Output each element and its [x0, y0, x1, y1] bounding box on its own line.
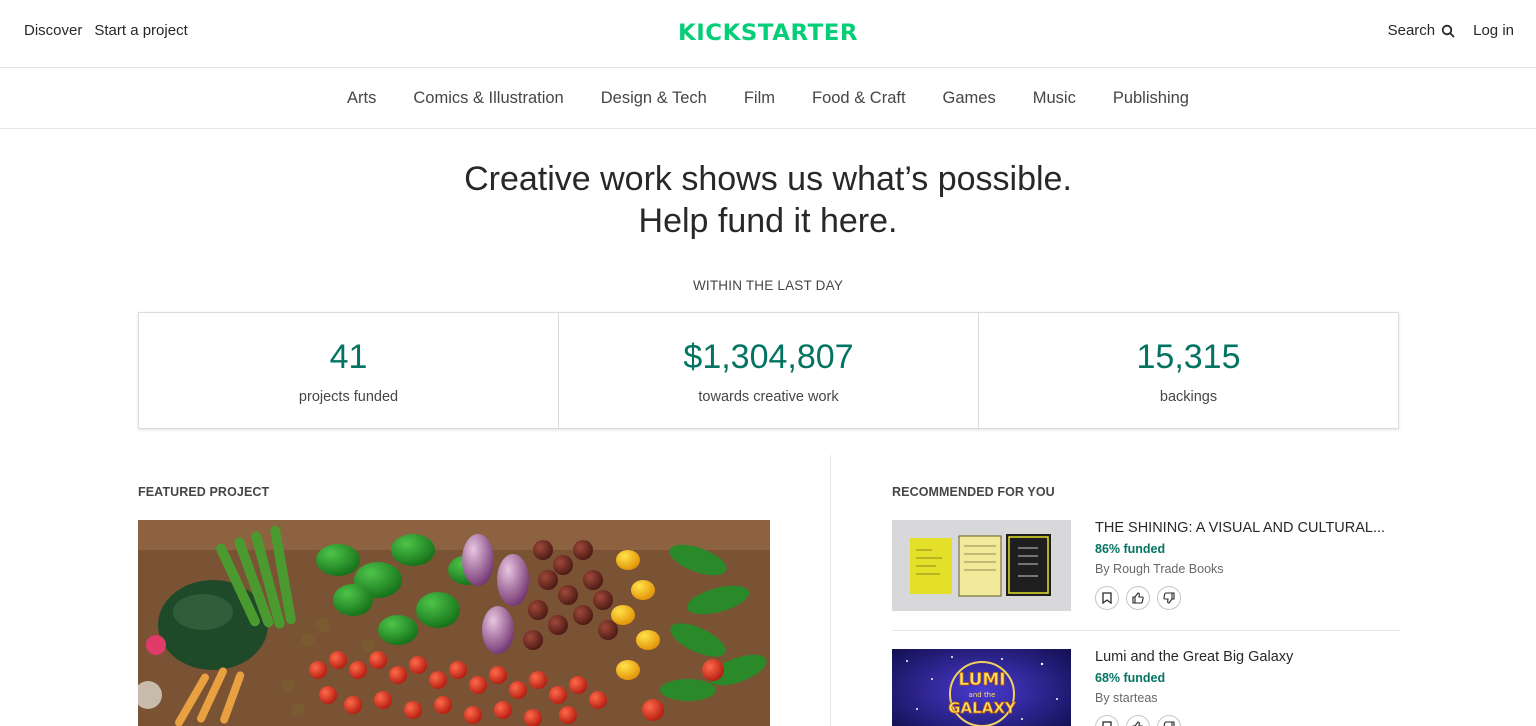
- stat-label: projects funded: [298, 389, 399, 405]
- svg-text:KICKSTARTER: KICKSTARTER: [678, 21, 858, 44]
- book-cover-image: [892, 520, 1071, 611]
- thumbs-down-icon: [1163, 721, 1175, 726]
- site-header: Discover Start a project KICKSTARTER Sea…: [0, 0, 1536, 68]
- hero-line-1: Creative work shows us what’s possible.: [464, 160, 1072, 198]
- stat-value: 15,315: [1136, 338, 1241, 376]
- header-right-nav: Search Log in: [1388, 22, 1514, 39]
- recommended-actions: [1095, 715, 1395, 726]
- recommended-info: Lumi and the Great Big Galaxy 68% funded…: [1095, 649, 1395, 726]
- stat-value: 41: [329, 338, 368, 376]
- svg-text:GALAXY: GALAXY: [948, 699, 1017, 717]
- hero-headline: Creative work shows us what’s possible. …: [0, 158, 1536, 242]
- recommended-separator: [892, 630, 1400, 631]
- recommended-creator: By Rough Trade Books: [1095, 562, 1224, 576]
- stat-label: backings: [1159, 389, 1218, 405]
- category-music[interactable]: Music: [1033, 89, 1076, 108]
- recommended-thumbnail[interactable]: LUMI and the GALAXY: [892, 649, 1071, 726]
- thumbs-down-icon: [1163, 592, 1175, 604]
- search-label: Search: [1387, 22, 1436, 39]
- search-icon: [1441, 24, 1455, 37]
- recommended-funded: 86% funded: [1095, 542, 1166, 556]
- stat-backings: 15,315 backings: [979, 313, 1398, 428]
- category-comics-illustration[interactable]: Comics & Illustration: [413, 89, 563, 108]
- thumbs-up-button[interactable]: [1126, 715, 1150, 726]
- discover-link[interactable]: Discover: [24, 22, 82, 39]
- thumbs-up-button[interactable]: [1126, 586, 1150, 610]
- svg-text:and the: and the: [969, 691, 996, 699]
- hero-line-2: Help fund it here.: [638, 202, 898, 240]
- thumbs-down-button[interactable]: [1157, 586, 1181, 610]
- recommended-actions: [1095, 586, 1395, 610]
- thumbs-down-button[interactable]: [1157, 715, 1181, 726]
- recommended-title[interactable]: Lumi and the Great Big Galaxy: [1095, 649, 1395, 665]
- stats-panel: 41 projects funded $1,304,807 towards cr…: [138, 312, 1399, 429]
- galaxy-cover-image: LUMI and the GALAXY: [892, 649, 1071, 726]
- stat-label: towards creative work: [698, 389, 839, 405]
- header-left-nav: Discover Start a project: [24, 22, 188, 39]
- svg-text:LUMI: LUMI: [958, 670, 1005, 690]
- bookmark-button[interactable]: [1095, 586, 1119, 610]
- kickstarter-logo[interactable]: KICKSTARTER: [677, 20, 859, 44]
- recommended-info: THE SHINING: A VISUAL AND CULTURAL... 86…: [1095, 520, 1395, 610]
- featured-project-label: FEATURED PROJECT: [138, 485, 270, 499]
- stats-period-label: WITHIN THE LAST DAY: [692, 278, 844, 293]
- start-project-link[interactable]: Start a project: [94, 22, 187, 39]
- category-design-tech[interactable]: Design & Tech: [601, 89, 707, 108]
- recommended-funded: 68% funded: [1095, 671, 1166, 685]
- recommended-creator: By starteas: [1095, 691, 1158, 705]
- category-publishing[interactable]: Publishing: [1113, 89, 1189, 108]
- recommended-item: THE SHINING: A VISUAL AND CULTURAL... 86…: [892, 520, 1400, 620]
- column-divider: [830, 455, 831, 726]
- login-link[interactable]: Log in: [1473, 22, 1514, 39]
- recommended-label: RECOMMENDED FOR YOU: [892, 485, 1055, 499]
- category-nav: Arts Comics & Illustration Design & Tech…: [0, 68, 1536, 129]
- thumbs-up-icon: [1132, 592, 1144, 604]
- stat-value: $1,304,807: [683, 338, 854, 376]
- category-games[interactable]: Games: [943, 89, 996, 108]
- thumbs-up-icon: [1132, 721, 1144, 726]
- bookmark-icon: [1102, 592, 1112, 604]
- bookmark-button[interactable]: [1095, 715, 1119, 726]
- category-arts[interactable]: Arts: [347, 89, 376, 108]
- stat-projects-funded: 41 projects funded: [139, 313, 559, 428]
- bookmark-icon: [1102, 721, 1112, 726]
- stat-dollars-raised: $1,304,807 towards creative work: [559, 313, 979, 428]
- recommended-title[interactable]: THE SHINING: A VISUAL AND CULTURAL...: [1095, 520, 1395, 536]
- recommended-thumbnail[interactable]: [892, 520, 1071, 611]
- search-button[interactable]: Search: [1388, 22, 1456, 39]
- vegetables-image: [138, 520, 770, 726]
- category-food-craft[interactable]: Food & Craft: [812, 89, 906, 108]
- recommended-item: LUMI and the GALAXY Lumi and the Great B…: [892, 649, 1400, 726]
- category-film[interactable]: Film: [744, 89, 775, 108]
- featured-project-image[interactable]: [138, 520, 770, 726]
